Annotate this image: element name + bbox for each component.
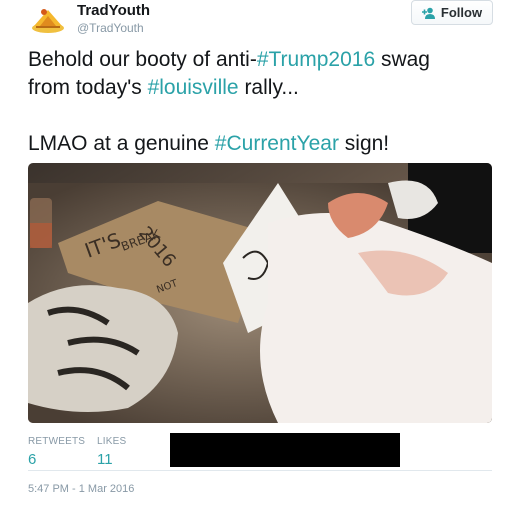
avatar[interactable] [28, 4, 68, 34]
tweet-header: TradYouth @TradYouth Follow [0, 0, 514, 44]
follow-label: Follow [440, 5, 483, 20]
likes-stat[interactable]: LIKES 11 [97, 436, 126, 468]
tweet-text-segment: Behold our booty of anti- [28, 48, 257, 71]
divider [28, 470, 492, 471]
tweet-timestamp[interactable]: 5:47 PM - 1 Mar 2016 [28, 483, 134, 495]
jar-contents [30, 223, 52, 248]
tweet-text-segment: LMAO at a genuine [28, 132, 215, 155]
user-name[interactable]: TradYouth [77, 2, 150, 19]
follow-button[interactable]: Follow [411, 0, 493, 25]
tweet-line-2: from today's #louisville rally... [28, 74, 498, 102]
tweet-text-segment: swag [375, 48, 430, 71]
retweets-count[interactable]: 6 [28, 451, 85, 468]
likes-label: LIKES [97, 436, 127, 447]
tweet-stats: RETWEETS 6 LIKES 11 [0, 430, 514, 470]
hashtag-trump2016[interactable]: #Trump2016 [257, 48, 375, 71]
hashtag-louisville[interactable]: #louisville [148, 76, 239, 99]
photo-illustration: IT'S 2016 BREAK NOT [28, 163, 492, 423]
tweet-line-1: Behold our booty of anti-#Trump2016 swag [28, 46, 498, 74]
line-spacer [28, 102, 498, 130]
user-handle[interactable]: @TradYouth [77, 21, 144, 35]
likes-count[interactable]: 11 [97, 451, 126, 468]
retweets-stat[interactable]: RETWEETS 6 [28, 436, 85, 468]
tweet-text-segment: rally... [238, 76, 299, 99]
tweet-photo[interactable]: IT'S 2016 BREAK NOT [28, 163, 492, 423]
hashtag-currentyear[interactable]: #CurrentYear [215, 132, 339, 155]
tweet-line-3: LMAO at a genuine #CurrentYear sign! [28, 130, 498, 158]
tweet-text: Behold our booty of anti-#Trump2016 swag… [28, 46, 498, 158]
redaction-block [170, 433, 400, 467]
tweet-text-segment: from today's [28, 76, 148, 99]
add-user-icon [421, 7, 435, 19]
retweets-label: RETWEETS [28, 436, 86, 447]
tweet-text-segment: sign! [338, 132, 390, 155]
